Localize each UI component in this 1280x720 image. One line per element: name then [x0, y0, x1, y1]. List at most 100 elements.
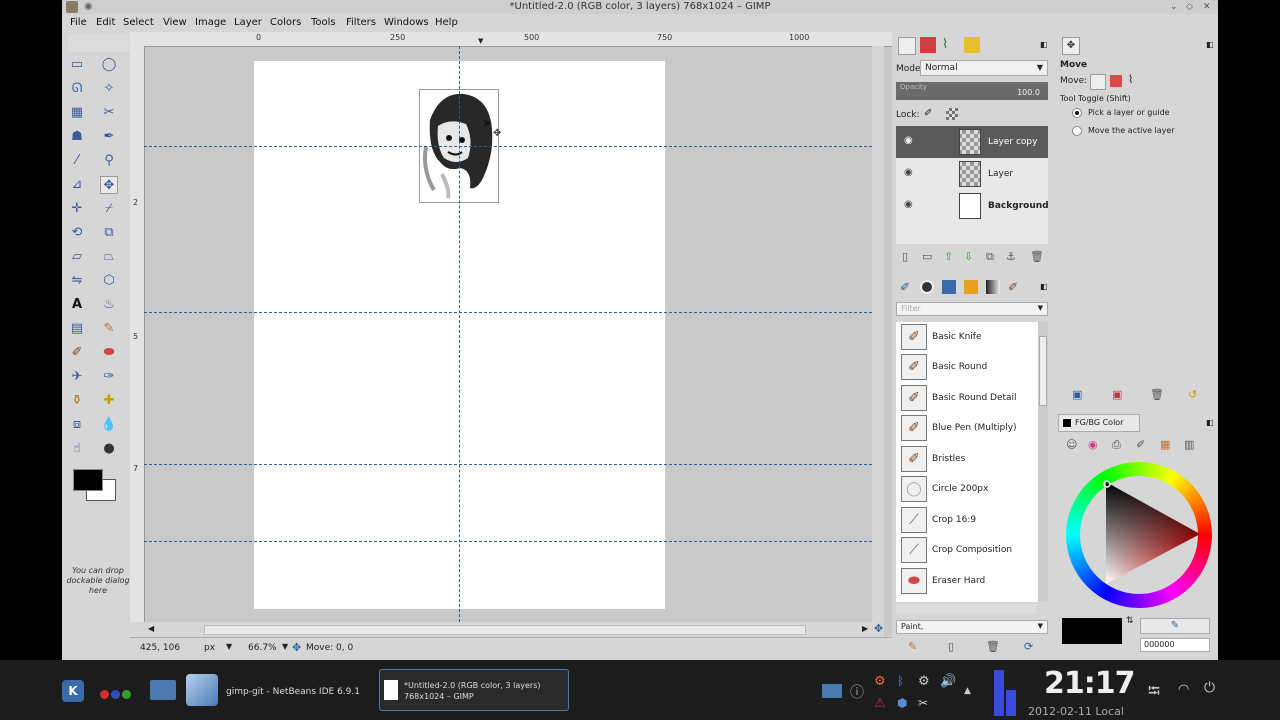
menu-help[interactable]: Help — [435, 14, 458, 32]
measure-icon[interactable]: ⊿ — [68, 176, 86, 194]
tool-presets-tab-icon[interactable]: ✐ — [1008, 280, 1018, 294]
task-gimp[interactable]: *Untitled-2.0 (RGB color, 3 layers) 768x… — [379, 669, 569, 711]
wheel-selector-icon[interactable]: ◉ — [1088, 438, 1098, 451]
reset-options-icon[interactable]: ↺ — [1188, 388, 1197, 401]
list-item[interactable]: ✐ Basic Round — [898, 352, 1034, 382]
mode-select[interactable]: Normal ▼ — [920, 60, 1048, 76]
menu-view[interactable]: View — [163, 14, 187, 32]
paintbrush-icon[interactable]: ✐ — [68, 344, 86, 362]
dock-menu-icon[interactable]: ◧ — [1040, 282, 1048, 291]
opacity-slider[interactable]: Opacity 100.0 — [896, 82, 1048, 100]
watercolor-selector-icon[interactable]: ✐ — [1136, 438, 1145, 451]
scrollbar-thumb[interactable] — [204, 625, 806, 635]
new-brush-icon[interactable]: ▯ — [948, 640, 954, 653]
activity-dot-red[interactable] — [100, 690, 109, 699]
brush-filter-input[interactable]: Filter ▼ — [896, 302, 1048, 316]
move-selection-mode-icon[interactable] — [1110, 75, 1122, 87]
heal-icon[interactable]: ✚ — [100, 392, 118, 410]
tag-input[interactable]: Paint, ▼ — [896, 620, 1048, 634]
visibility-eye-icon[interactable]: ◉ — [904, 167, 913, 178]
move-path-mode-icon[interactable]: ⌇ — [1128, 73, 1133, 86]
horizontal-ruler[interactable]: 0 250 500 750 1000 ▼ — [144, 32, 892, 47]
scroll-right-icon[interactable]: ▶ — [862, 622, 868, 636]
layer-name[interactable]: Background — [988, 190, 1049, 222]
scale-icon[interactable]: ⧉ — [100, 224, 118, 242]
list-item[interactable]: ⬬ Eraser Hard — [898, 566, 1034, 596]
tray-app-icon[interactable]: ⚙ — [874, 674, 886, 689]
swap-colors-icon[interactable]: ⇅ — [1126, 616, 1134, 626]
activity-dot-green[interactable] — [122, 690, 131, 699]
scales-selector-icon[interactable]: ▥ — [1184, 438, 1194, 451]
ellipse-select-icon[interactable]: ◯ — [100, 56, 118, 74]
menu-file[interactable]: File — [70, 14, 87, 32]
cage-icon[interactable]: ⬡ — [100, 272, 118, 290]
zoom-select[interactable]: 66.7% — [248, 643, 277, 653]
flip-icon[interactable]: ⇋ — [68, 272, 86, 290]
shear-icon[interactable]: ▱ — [68, 248, 86, 266]
settings-icon[interactable]: ⚙ — [918, 674, 930, 689]
bluetooth-icon[interactable]: ᛒ — [897, 674, 904, 688]
mail-icon[interactable] — [822, 684, 842, 698]
dock-menu-icon[interactable]: ◧ — [1206, 40, 1214, 49]
color-picker-button[interactable]: ✎ — [1140, 618, 1210, 634]
list-item[interactable]: ⟋ Crop Composition — [898, 535, 1034, 565]
patterns-tab-icon[interactable] — [942, 280, 956, 294]
list-item[interactable]: ✐ Basic Knife — [898, 322, 1034, 352]
ruler-corner[interactable] — [130, 32, 144, 46]
color-select-icon[interactable]: ▦ — [68, 104, 86, 122]
undo-tab-icon[interactable] — [964, 37, 980, 53]
activity-dot-blue[interactable] — [111, 690, 120, 699]
lock-alpha-icon[interactable] — [946, 108, 958, 120]
layer-name[interactable]: Layer copy — [988, 126, 1037, 158]
raise-layer-icon[interactable]: ⇧ — [944, 250, 953, 263]
menu-windows[interactable]: Windows — [384, 14, 429, 32]
cpu-monitor[interactable] — [990, 666, 1020, 716]
dock-menu-icon[interactable]: ◧ — [1040, 40, 1048, 49]
horizontal-scrollbar[interactable]: ◀ ▶ ✥ — [144, 622, 884, 636]
rect-select-icon[interactable]: ▭ — [68, 56, 86, 74]
move-layer-mode-icon[interactable] — [1090, 74, 1106, 90]
list-item[interactable]: ⟋ Crop 16:9 — [898, 505, 1034, 535]
new-group-icon[interactable]: ▭ — [922, 250, 932, 263]
pencil-icon[interactable]: ✎ — [100, 320, 118, 338]
new-layer-icon[interactable]: ▯ — [902, 250, 908, 263]
zoom-icon[interactable]: ⚲ — [100, 152, 118, 170]
scissors-select-icon[interactable]: ✂ — [100, 104, 118, 122]
paths-icon[interactable]: ✒ — [100, 128, 118, 146]
foreground-color-swatch[interactable] — [73, 469, 103, 491]
fuzzy-select-icon[interactable]: ✧ — [100, 80, 118, 98]
palette-selector-icon[interactable]: ▦ — [1160, 438, 1170, 451]
perspective-icon[interactable]: ⏢ — [100, 248, 118, 266]
crop-icon[interactable]: ⌿ — [100, 200, 118, 218]
tool-options-tab-icon[interactable]: ✥ — [1062, 37, 1080, 55]
align-icon[interactable]: ✛ — [68, 200, 86, 218]
move-tool-icon[interactable]: ✥ — [100, 176, 118, 194]
gimp-selector-icon[interactable]: ☺ — [1066, 438, 1077, 451]
free-select-icon[interactable]: ᘏ — [68, 80, 86, 98]
edit-brush-icon[interactable]: ✎ — [908, 640, 917, 653]
eraser-icon[interactable]: ⬬ — [100, 344, 118, 362]
perspective-clone-icon[interactable]: ⧈ — [68, 416, 86, 434]
network-manager-icon[interactable]: ⬢ — [897, 696, 907, 710]
volume-icon[interactable]: 🔊 — [940, 674, 956, 689]
vertical-ruler[interactable]: 2 5 7 — [130, 46, 145, 622]
paths-tab-icon[interactable]: ⌇ — [942, 37, 948, 52]
menu-colors[interactable]: Colors — [270, 14, 301, 32]
kde-menu-icon[interactable]: K — [62, 680, 84, 702]
delete-layer-icon[interactable]: 🗑 — [1030, 250, 1044, 263]
tray-app-red-icon[interactable]: ⚠ — [874, 696, 886, 711]
smudge-icon[interactable]: ☝ — [68, 440, 86, 458]
visibility-eye-icon[interactable]: ◉ — [904, 135, 913, 146]
layer-row-layer[interactable]: ◉ Layer — [896, 158, 1048, 190]
info-icon[interactable]: ⓘ — [850, 682, 864, 702]
foreground-select-icon[interactable]: ☗ — [68, 128, 86, 146]
paintbrush-tab-icon[interactable]: ✐ — [900, 280, 910, 294]
vertical-scrollbar[interactable] — [872, 46, 884, 622]
blur-icon[interactable]: 💧 — [100, 416, 118, 434]
unit-select[interactable]: px — [204, 643, 215, 653]
unit-dropdown-icon[interactable]: ▼ — [226, 642, 232, 651]
save-options-icon[interactable]: ▣ — [1072, 388, 1082, 401]
radio-move-active[interactable] — [1072, 126, 1082, 136]
ink-icon[interactable]: ✑ — [100, 368, 118, 386]
color-triangle[interactable] — [1066, 462, 1212, 608]
